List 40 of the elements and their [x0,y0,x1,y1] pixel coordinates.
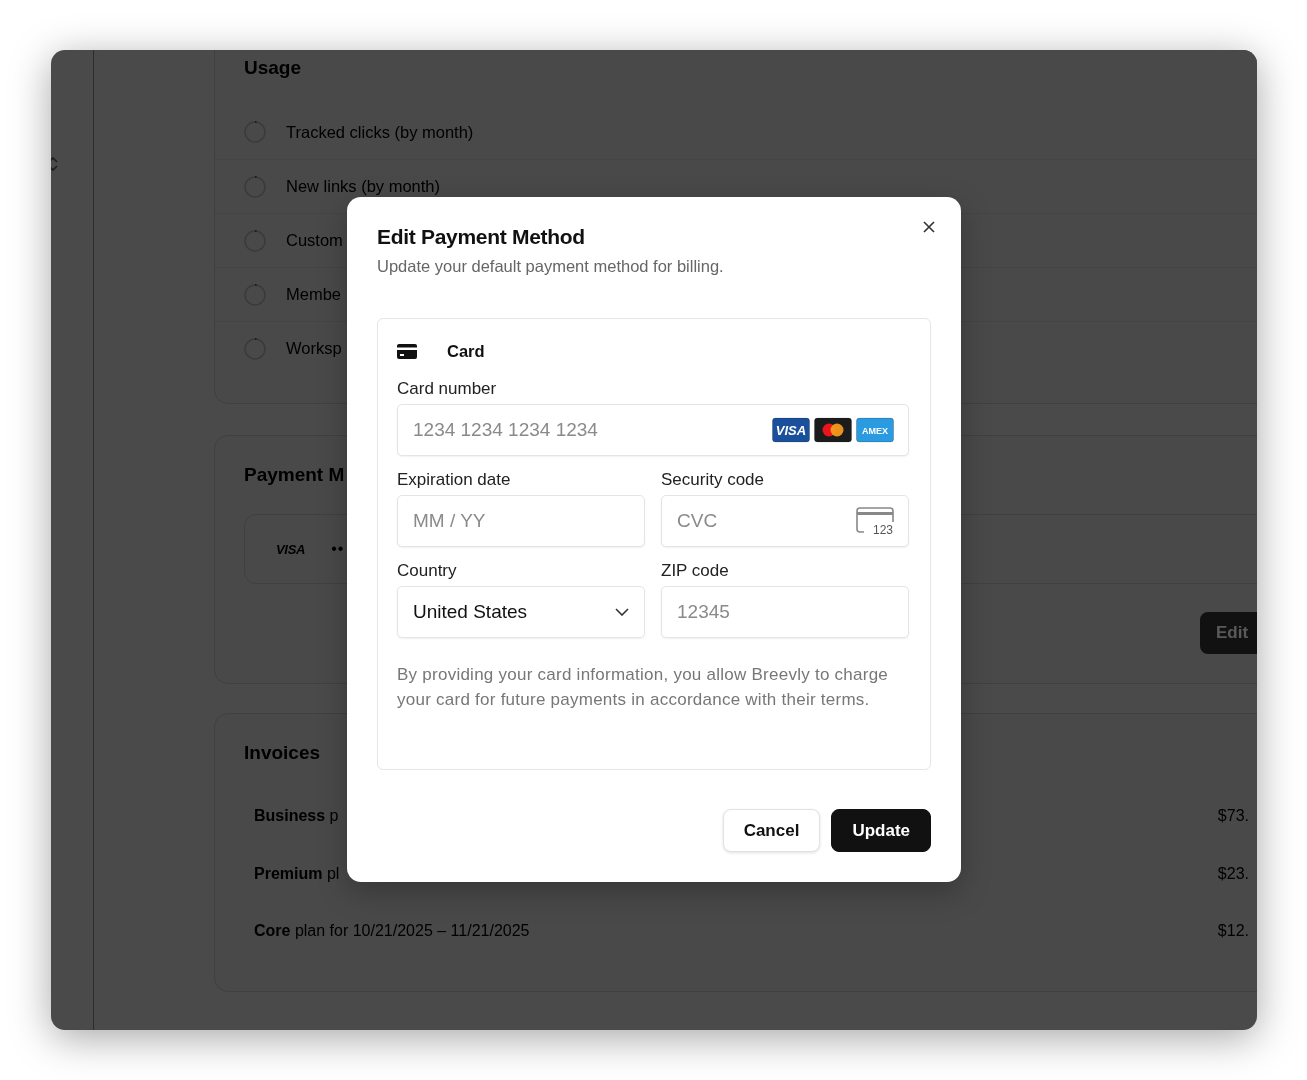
field-label: ZIP code [661,561,730,581]
payment-method-label: Card [447,341,485,361]
section-heading: Invoices [244,741,321,765]
field-label: Country [397,561,458,581]
progress-ring-icon [244,175,266,198]
input-field[interactable]: MM / YY [397,495,645,547]
invoice-amount: $12. [1217,922,1249,940]
amex-logo: AMEX [856,417,894,443]
visa-logo: VISA [772,417,810,443]
invoice-description: Business p [254,807,339,825]
country-select[interactable]: United States [397,586,645,638]
usage-label: Custom [286,231,343,250]
progress-ring-icon [244,337,266,360]
dialog-title: Edit Payment Method [377,224,586,250]
cancel-button[interactable]: Cancel [722,809,821,852]
masked-card-number: •• [331,540,345,558]
invoice-description: Premium pl [254,864,340,883]
chevron-down-icon [615,608,629,616]
usage-label: Tracked clicks (by month) [286,122,474,142]
section-heading: Payment M [244,463,345,487]
progress-ring-icon [244,229,266,252]
input-field[interactable]: 12345 [661,586,909,638]
invoice-amount: $23. [1217,864,1249,883]
invoice-amount: $73. [1217,807,1249,825]
progress-ring-icon [244,121,266,143]
field-label: Card number [397,379,498,399]
section-heading: Usage [244,56,302,80]
dialog-subtitle: Update your default payment method for billing. [377,256,725,276]
mastercard-logo [814,417,852,443]
usage-label: Membe [286,285,342,304]
invoice-description: Core plan for 10/21/2025 – 11/21/2025 [254,922,530,940]
card-brand-logo: VISA [276,541,306,557]
update-button[interactable]: Update [831,809,931,852]
progress-ring-icon [244,283,266,306]
field-label: Expiration date [397,470,512,490]
usage-label: Worksp [286,339,342,358]
credit-card-icon [397,343,417,359]
field-label: Security code [661,470,765,490]
disclaimer-text: By providing your card information, you allow Breevly to charge your card for future payments in accordance with their terms. [397,664,890,711]
usage-label: New links (by month) [286,177,441,196]
